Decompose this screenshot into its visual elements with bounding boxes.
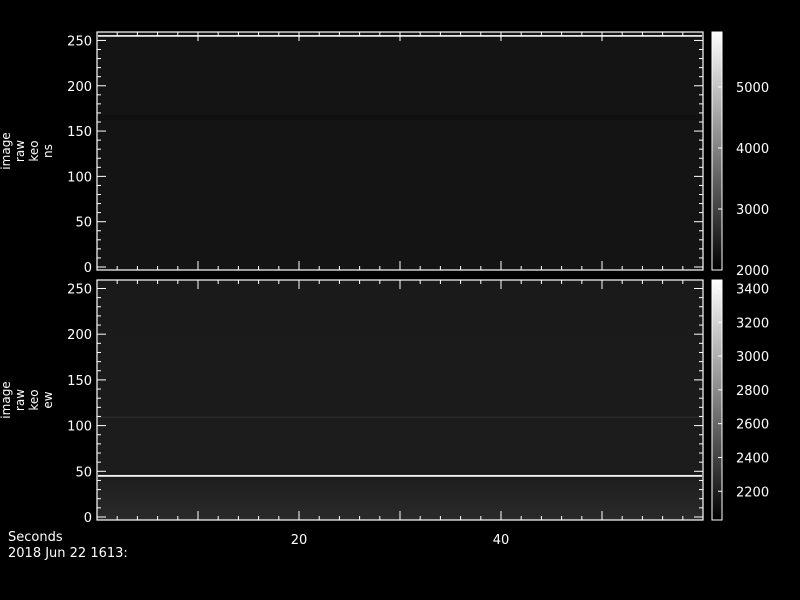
ns-colorbar-tick-label: 3000 [736, 203, 769, 218]
ew-x-tick-label: 40 [493, 533, 510, 548]
ns-colorbar-gradient [711, 31, 723, 271]
ns-y-tick-label: 50 [75, 216, 92, 231]
ew-y-label-line: ew [41, 391, 55, 408]
ew-heatmap-band [98, 474, 702, 477]
ns-colorbar-tick-label: 2000 [736, 264, 769, 279]
ew-colorbar-tick-label: 2600 [736, 418, 769, 433]
ew-y-label-line: keo [27, 389, 41, 410]
ew-colorbar-tick-label: 3000 [736, 350, 769, 365]
ew-y-tick-label: 150 [67, 374, 92, 389]
ew-y-label-line: raw [13, 389, 27, 411]
ew-colorbar-tick-label: 2800 [736, 384, 769, 399]
ew-colorbar: 2200 2400 2600 2800 3000 3200 3400 [711, 279, 769, 521]
ns-y-axis-label: image raw keo ns [0, 132, 55, 169]
ns-colorbar: 2000 3000 4000 5000 [711, 31, 769, 279]
ew-x-tick-label: 20 [291, 533, 308, 548]
ew-colorbar-tick-label: 2400 [736, 451, 769, 466]
timestamp-label: 2018 Jun 22 1613: [8, 546, 128, 561]
ns-heatmap-band [98, 114, 702, 121]
ns-y-tick-label: 150 [67, 125, 92, 140]
ew-y-tick-label: 100 [67, 420, 92, 435]
ew-colorbar-tick-label: 3200 [736, 316, 769, 331]
ns-y-tick-label: 100 [67, 170, 92, 185]
ns-y-label-line: image [0, 132, 13, 169]
ew-colorbar-tick-label: 2200 [736, 485, 769, 500]
ns-y-label-line: raw [13, 140, 27, 162]
ns-y-label-line: ns [41, 144, 55, 158]
ew-heatmap-band [98, 416, 702, 419]
ew-y-tick-label: 50 [75, 465, 92, 480]
x-axis-label: Seconds [8, 530, 63, 545]
ew-y-tick-label: 200 [67, 328, 92, 343]
ew-y-tick-label: 250 [67, 282, 92, 297]
ew-heatmap-image [97, 280, 703, 520]
ns-y-label-line: keo [27, 140, 41, 161]
ns-colorbar-tick-label: 5000 [736, 81, 769, 96]
keogram-ew-panel: 050100150200250 20 40 image raw keo ew 22002… [0, 279, 769, 548]
ns-y-tick-label: 250 [67, 34, 92, 49]
keogram-ns-panel: 0 50 100 150 200 250 image raw keo ns 2000 3000 40… [0, 31, 769, 279]
ew-colorbar-gradient [711, 279, 723, 521]
ew-colorbar-tick-label: 3400 [736, 282, 769, 297]
ns-y-tick-label: 200 [67, 80, 92, 95]
ew-y-axis-label: image raw keo ew [0, 381, 55, 418]
ew-y-tick-label: 0 [84, 511, 92, 526]
ns-heatmap-image [97, 32, 703, 270]
ns-colorbar-tick-label: 4000 [736, 142, 769, 157]
ns-y-tick-label: 0 [84, 261, 92, 276]
keogram-figure: 050100150200250 image raw keo ns 2000300040… [0, 31, 769, 548]
ew-y-label-line: image [0, 381, 13, 418]
